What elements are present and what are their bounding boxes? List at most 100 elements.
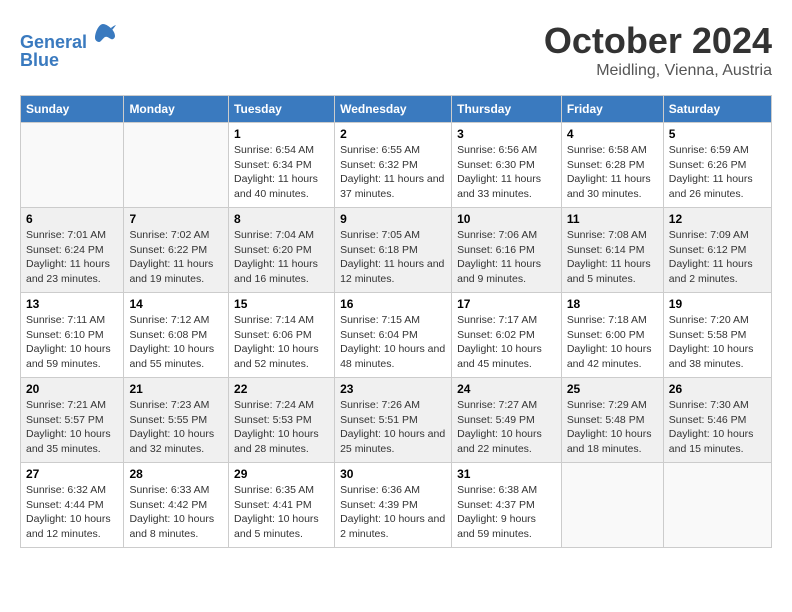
calendar-cell: 13 Sunrise: 7:11 AM Sunset: 6:10 PM Dayli… (21, 293, 124, 378)
calendar-cell: 28Sunrise: 6:33 AM Sunset: 4:42 PM Dayli… (124, 463, 229, 548)
calendar-cell: 18 Sunrise: 7:18 AM Sunset: 6:00 PM Dayli… (561, 293, 663, 378)
calendar-cell: 19 Sunrise: 7:20 AM Sunset: 5:58 PM Dayli… (663, 293, 771, 378)
calendar-cell: 17 Sunrise: 7:17 AM Sunset: 6:02 PM Dayli… (452, 293, 562, 378)
day-info: Sunrise: 7:17 AM Sunset: 6:02 PM Dayligh… (457, 313, 556, 372)
calendar-week-row: 1 Sunrise: 6:54 AM Sunset: 6:34 PM Daylig… (21, 123, 772, 208)
calendar-cell: 5 Sunrise: 6:59 AM Sunset: 6:26 PM Daylig… (663, 123, 771, 208)
day-info: Sunrise: 6:55 AM Sunset: 6:32 PM Dayligh… (340, 143, 446, 202)
calendar-cell: 4Sunrise: 6:58 AM Sunset: 6:28 PM Daylig… (561, 123, 663, 208)
calendar-cell: 29 Sunrise: 6:35 AM Sunset: 4:41 PM Dayli… (229, 463, 335, 548)
calendar-cell: 24 Sunrise: 7:27 AM Sunset: 5:49 PM Dayli… (452, 378, 562, 463)
weekday-header: Friday (561, 96, 663, 123)
calendar-cell: 26Sunrise: 7:30 AM Sunset: 5:46 PM Dayli… (663, 378, 771, 463)
day-number: 11 (567, 212, 658, 226)
day-info: Sunrise: 7:08 AM Sunset: 6:14 PM Dayligh… (567, 228, 658, 287)
day-info: Sunrise: 6:58 AM Sunset: 6:28 PM Dayligh… (567, 143, 658, 202)
calendar-cell: 30Sunrise: 6:36 AM Sunset: 4:39 PM Dayli… (335, 463, 452, 548)
calendar-cell: 20 Sunrise: 7:21 AM Sunset: 5:57 PM Dayli… (21, 378, 124, 463)
day-info: Sunrise: 6:56 AM Sunset: 6:30 PM Dayligh… (457, 143, 556, 202)
day-info: Sunrise: 6:32 AM Sunset: 4:44 PM Dayligh… (26, 483, 118, 542)
day-number: 9 (340, 212, 446, 226)
day-number: 8 (234, 212, 329, 226)
day-number: 10 (457, 212, 556, 226)
calendar-cell: 27 Sunrise: 6:32 AM Sunset: 4:44 PM Dayli… (21, 463, 124, 548)
day-info: Sunrise: 6:33 AM Sunset: 4:42 PM Dayligh… (129, 483, 223, 542)
calendar-cell: 12 Sunrise: 7:09 AM Sunset: 6:12 PM Dayli… (663, 208, 771, 293)
calendar-cell: 2 Sunrise: 6:55 AM Sunset: 6:32 PM Daylig… (335, 123, 452, 208)
calendar-cell: 6 Sunrise: 7:01 AM Sunset: 6:24 PM Daylig… (21, 208, 124, 293)
calendar-cell: 7 Sunrise: 7:02 AM Sunset: 6:22 PM Daylig… (124, 208, 229, 293)
day-info: Sunrise: 7:09 AM Sunset: 6:12 PM Dayligh… (669, 228, 766, 287)
calendar-cell: 25 Sunrise: 7:29 AM Sunset: 5:48 PM Dayli… (561, 378, 663, 463)
day-info: Sunrise: 7:18 AM Sunset: 6:00 PM Dayligh… (567, 313, 658, 372)
day-info: Sunrise: 7:23 AM Sunset: 5:55 PM Dayligh… (129, 398, 223, 457)
day-info: Sunrise: 7:26 AM Sunset: 5:51 PM Dayligh… (340, 398, 446, 457)
day-number: 25 (567, 382, 658, 396)
logo-bird-icon (89, 20, 117, 48)
day-info: Sunrise: 7:27 AM Sunset: 5:49 PM Dayligh… (457, 398, 556, 457)
day-info: Sunrise: 6:35 AM Sunset: 4:41 PM Dayligh… (234, 483, 329, 542)
logo-text: General (20, 20, 117, 54)
day-number: 27 (26, 467, 118, 481)
day-number: 14 (129, 297, 223, 311)
day-number: 29 (234, 467, 329, 481)
calendar-cell: 22 Sunrise: 7:24 AM Sunset: 5:53 PM Dayli… (229, 378, 335, 463)
weekday-header: Monday (124, 96, 229, 123)
calendar-cell: 11 Sunrise: 7:08 AM Sunset: 6:14 PM Dayli… (561, 208, 663, 293)
day-number: 7 (129, 212, 223, 226)
calendar-cell: 23 Sunrise: 7:26 AM Sunset: 5:51 PM Dayli… (335, 378, 452, 463)
day-info: Sunrise: 7:20 AM Sunset: 5:58 PM Dayligh… (669, 313, 766, 372)
day-number: 19 (669, 297, 766, 311)
calendar-cell (663, 463, 771, 548)
weekday-header: Wednesday (335, 96, 452, 123)
day-number: 15 (234, 297, 329, 311)
weekday-header: Saturday (663, 96, 771, 123)
calendar-cell: 9Sunrise: 7:05 AM Sunset: 6:18 PM Daylig… (335, 208, 452, 293)
calendar-cell (21, 123, 124, 208)
day-number: 23 (340, 382, 446, 396)
weekday-header: Thursday (452, 96, 562, 123)
day-info: Sunrise: 7:24 AM Sunset: 5:53 PM Dayligh… (234, 398, 329, 457)
calendar-cell: 3 Sunrise: 6:56 AM Sunset: 6:30 PM Daylig… (452, 123, 562, 208)
calendar-cell: 21Sunrise: 7:23 AM Sunset: 5:55 PM Dayli… (124, 378, 229, 463)
day-info: Sunrise: 6:54 AM Sunset: 6:34 PM Dayligh… (234, 143, 329, 202)
day-info: Sunrise: 7:11 AM Sunset: 6:10 PM Dayligh… (26, 313, 118, 372)
page-header: General Blue October 2024 Meidling, Vien… (20, 20, 772, 80)
calendar-cell: 16Sunrise: 7:15 AM Sunset: 6:04 PM Dayli… (335, 293, 452, 378)
day-number: 13 (26, 297, 118, 311)
day-number: 6 (26, 212, 118, 226)
day-info: Sunrise: 7:04 AM Sunset: 6:20 PM Dayligh… (234, 228, 329, 287)
month-title: October 2024 (544, 20, 772, 62)
calendar-cell (124, 123, 229, 208)
logo: General Blue (20, 20, 117, 71)
day-number: 12 (669, 212, 766, 226)
day-number: 16 (340, 297, 446, 311)
day-info: Sunrise: 7:21 AM Sunset: 5:57 PM Dayligh… (26, 398, 118, 457)
calendar-week-row: 27 Sunrise: 6:32 AM Sunset: 4:44 PM Dayli… (21, 463, 772, 548)
day-number: 3 (457, 127, 556, 141)
day-info: Sunrise: 7:12 AM Sunset: 6:08 PM Dayligh… (129, 313, 223, 372)
calendar-cell: 8 Sunrise: 7:04 AM Sunset: 6:20 PM Daylig… (229, 208, 335, 293)
day-info: Sunrise: 7:01 AM Sunset: 6:24 PM Dayligh… (26, 228, 118, 287)
day-info: Sunrise: 7:29 AM Sunset: 5:48 PM Dayligh… (567, 398, 658, 457)
calendar-cell: 10 Sunrise: 7:06 AM Sunset: 6:16 PM Dayli… (452, 208, 562, 293)
day-number: 1 (234, 127, 329, 141)
calendar-cell: 14 Sunrise: 7:12 AM Sunset: 6:08 PM Dayli… (124, 293, 229, 378)
location: Meidling, Vienna, Austria (544, 62, 772, 80)
day-number: 18 (567, 297, 658, 311)
day-info: Sunrise: 6:59 AM Sunset: 6:26 PM Dayligh… (669, 143, 766, 202)
day-number: 20 (26, 382, 118, 396)
calendar-cell: 15 Sunrise: 7:14 AM Sunset: 6:06 PM Dayli… (229, 293, 335, 378)
day-info: Sunrise: 7:06 AM Sunset: 6:16 PM Dayligh… (457, 228, 556, 287)
day-info: Sunrise: 7:02 AM Sunset: 6:22 PM Dayligh… (129, 228, 223, 287)
day-number: 17 (457, 297, 556, 311)
day-number: 31 (457, 467, 556, 481)
day-number: 5 (669, 127, 766, 141)
day-number: 26 (669, 382, 766, 396)
day-info: Sunrise: 7:14 AM Sunset: 6:06 PM Dayligh… (234, 313, 329, 372)
day-number: 22 (234, 382, 329, 396)
calendar-cell: 31Sunrise: 6:38 AM Sunset: 4:37 PM Dayli… (452, 463, 562, 548)
day-number: 2 (340, 127, 446, 141)
day-number: 24 (457, 382, 556, 396)
day-info: Sunrise: 6:36 AM Sunset: 4:39 PM Dayligh… (340, 483, 446, 542)
